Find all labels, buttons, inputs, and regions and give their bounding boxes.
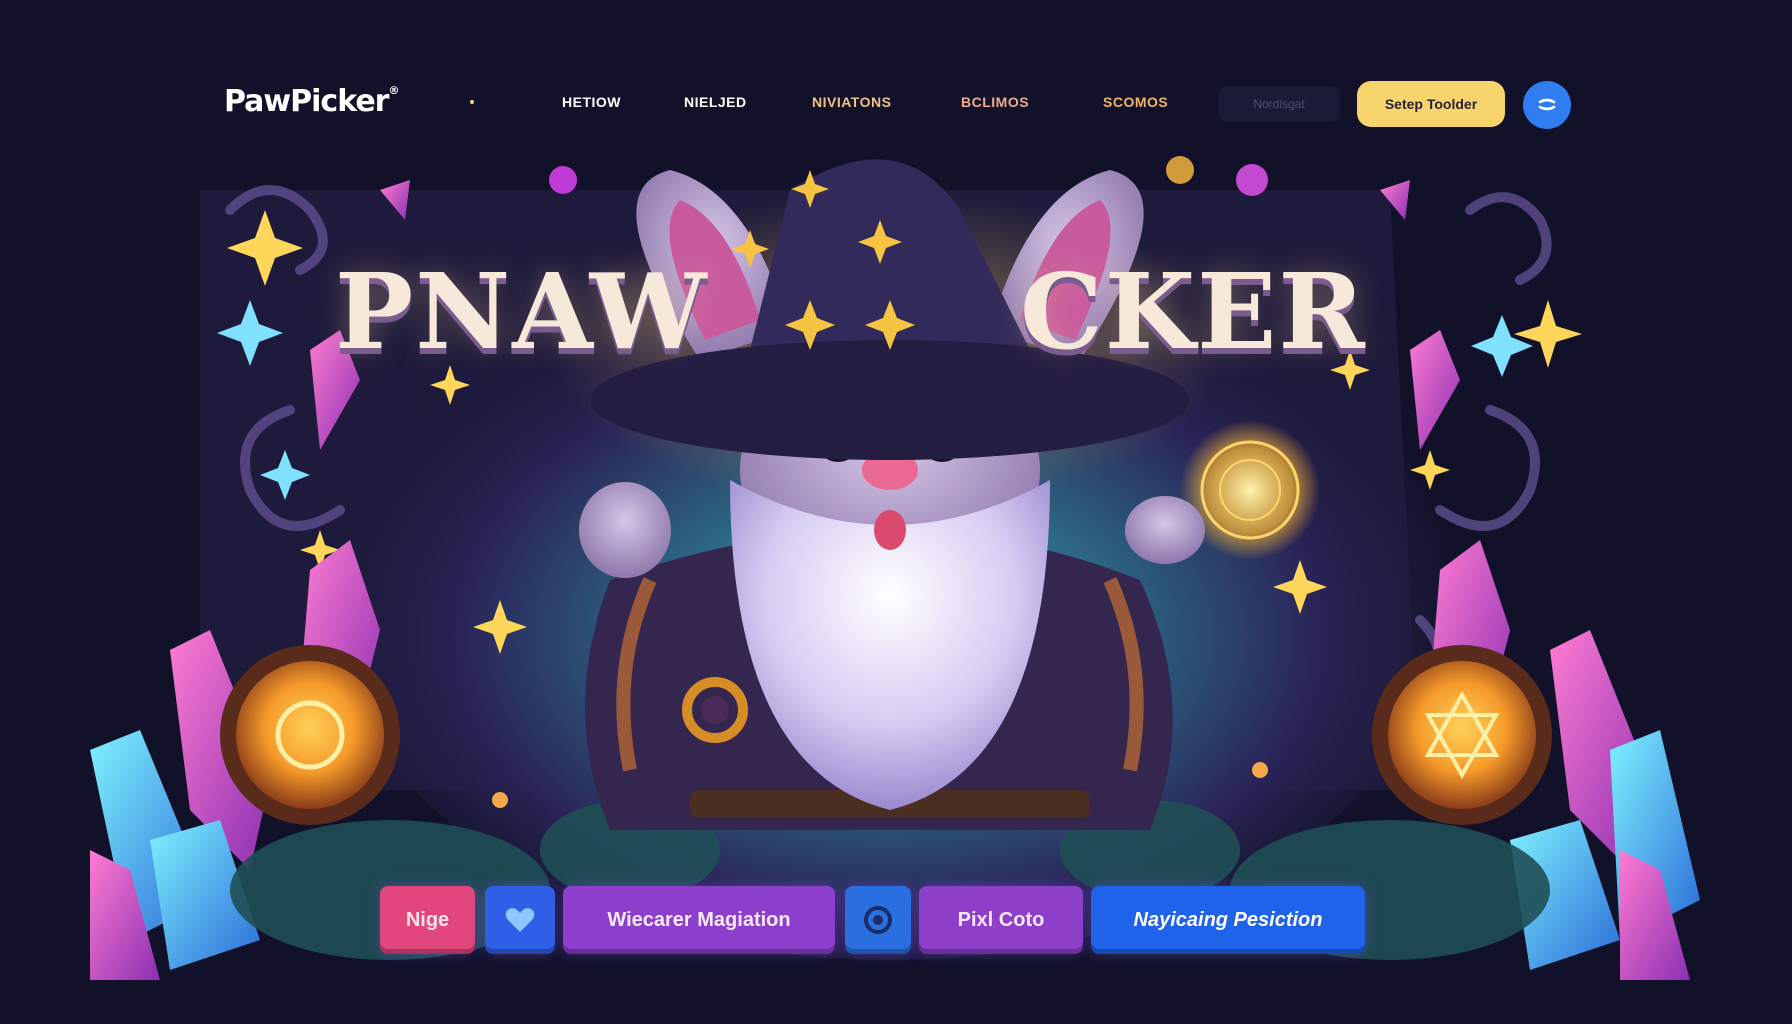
nav-link-3[interactable]: NIVIATONS [812,94,891,110]
nav-link-5[interactable]: SCOMOS [1103,94,1168,110]
tab-target[interactable] [845,886,911,954]
search-input[interactable] [1218,86,1340,122]
tab-favorite[interactable] [485,886,555,954]
tab-pixl-coto[interactable]: Pixl Coto [919,886,1083,954]
tab-wizard-magiation[interactable]: Wiecarer Magiation [563,886,835,954]
menu-icon [1538,98,1556,111]
registered-mark: ® [388,84,399,97]
hero-banner: PNAW CKER [90,150,1702,980]
brand-logo[interactable]: PawPicker® [224,84,399,119]
wizard-bunny-illustration [90,156,1700,980]
nav-dot-separator [470,100,474,104]
hero-title-left: PNAW [335,250,709,373]
nav-link-2[interactable]: NIELJED [684,94,747,110]
heart-icon [505,908,535,932]
target-icon [864,906,892,934]
tab-navigating-position[interactable]: Nayicaing Pesiction [1091,886,1365,954]
brand-name: PawPicker [224,84,389,119]
menu-button[interactable] [1523,81,1571,129]
hero-title-right: CKER [1020,250,1367,373]
tab-nige[interactable]: Nige [380,886,475,954]
nav-link-4[interactable]: BCLIMOS [961,94,1029,110]
cta-button[interactable]: Setep Toolder [1357,81,1505,127]
nav-link-1[interactable]: HETIOW [562,94,621,110]
